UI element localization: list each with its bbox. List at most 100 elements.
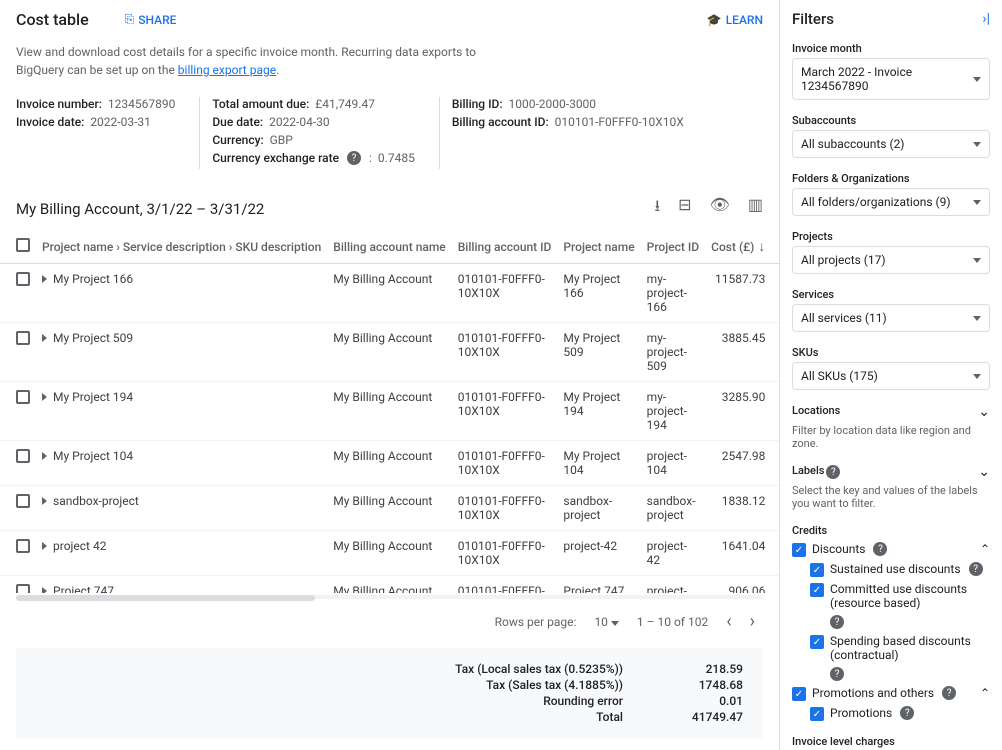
- help-icon[interactable]: ?: [942, 686, 956, 700]
- col-project-name[interactable]: Project name: [557, 230, 640, 264]
- billing-id-label: Billing ID:: [452, 97, 503, 111]
- help-icon[interactable]: ?: [826, 465, 840, 479]
- row-account-id: 010101-F0FFF0-10X10X: [452, 323, 558, 382]
- horizontal-scrollbar[interactable]: [16, 595, 763, 599]
- columns-icon[interactable]: ▥: [748, 195, 763, 222]
- col-account-name[interactable]: Billing account name: [327, 230, 451, 264]
- help-icon[interactable]: ?: [969, 562, 983, 576]
- col-path[interactable]: Project name › Service description › SKU…: [36, 230, 327, 264]
- row-project-name: My Project 104: [557, 441, 640, 486]
- col-project-id[interactable]: Project ID: [641, 230, 705, 264]
- spending-based-checkbox[interactable]: ✓Spending based discounts (contractual): [810, 634, 990, 662]
- row-checkbox[interactable]: [16, 272, 30, 286]
- row-account-id: 010101-F0FFF0-10X10X: [452, 441, 558, 486]
- row-checkbox[interactable]: [16, 390, 30, 404]
- subaccounts-label: Subaccounts: [792, 114, 990, 127]
- expand-icon[interactable]: [42, 393, 47, 401]
- table-row: Project 747 My Billing Account 010101-F0…: [0, 576, 779, 593]
- billing-export-link[interactable]: billing export page: [178, 63, 276, 77]
- row-project-id: project-42: [641, 531, 705, 576]
- sort-desc-icon: ↓: [758, 239, 765, 255]
- row-account-name: My Billing Account: [327, 441, 451, 486]
- help-icon[interactable]: ?: [900, 706, 914, 720]
- invoice-charges-label: Invoice level charges: [792, 735, 990, 748]
- due-date-label: Due date:: [212, 115, 263, 129]
- eye-icon[interactable]: 👁: [710, 195, 730, 222]
- expand-icon[interactable]: [42, 497, 47, 505]
- rows-per-page-label: Rows per page:: [495, 615, 577, 629]
- row-cost: 3885.45: [705, 323, 779, 382]
- table-row: My Project 104 My Billing Account 010101…: [0, 441, 779, 486]
- rounding-label: Rounding error: [36, 694, 623, 708]
- row-checkbox[interactable]: [16, 331, 30, 345]
- invoice-number: 1234567890: [108, 97, 175, 111]
- promotions-others-checkbox[interactable]: ✓Promotions and others?⌃: [792, 686, 990, 701]
- services-select[interactable]: All services (11): [792, 304, 990, 332]
- row-project-name: sandbox-project: [557, 486, 640, 531]
- link-icon: ⎘: [125, 12, 135, 27]
- expand-icon[interactable]: [42, 452, 47, 460]
- row-cost: 2547.98: [705, 441, 779, 486]
- row-account-id: 010101-F0FFF0-10X10X: [452, 264, 558, 323]
- labels-section[interactable]: Labels?⌄: [792, 464, 990, 480]
- summary-box: Tax (Local sales tax (0.5235%))218.59 Ta…: [16, 648, 763, 738]
- total-value: 41749.47: [663, 710, 743, 724]
- prev-page-icon[interactable]: ‹: [726, 611, 731, 632]
- promotions-checkbox[interactable]: ✓Promotions?: [810, 706, 990, 721]
- expand-icon[interactable]: [42, 587, 47, 593]
- currency-label: Currency:: [212, 133, 263, 147]
- expand-icon[interactable]: [42, 334, 47, 342]
- expand-icon[interactable]: [42, 542, 47, 550]
- col-cost[interactable]: Cost (£)↓: [705, 230, 779, 264]
- locations-section[interactable]: Locations⌄: [792, 404, 990, 420]
- row-project-name: project-42: [557, 531, 640, 576]
- row-project-id: sandbox-project: [641, 486, 705, 531]
- total-due-label: Total amount due:: [212, 97, 309, 111]
- select-all-checkbox[interactable]: [16, 238, 30, 252]
- help-icon[interactable]: ?: [347, 151, 361, 165]
- row-cost: 3285.90: [705, 382, 779, 441]
- learn-button[interactable]: 🎓 LEARN: [707, 13, 763, 27]
- row-name: sandbox-project: [53, 494, 139, 508]
- row-checkbox[interactable]: [16, 539, 30, 553]
- chevron-up-icon: ⌃: [980, 686, 990, 700]
- discounts-checkbox[interactable]: ✓Discounts?⌃: [792, 542, 990, 557]
- total-label: Total: [36, 710, 623, 724]
- col-account-id[interactable]: Billing account ID: [452, 230, 558, 264]
- filters-title: Filters: [792, 10, 834, 28]
- folders-select[interactable]: All folders/organizations (9): [792, 188, 990, 216]
- row-checkbox[interactable]: [16, 584, 30, 593]
- row-project-name: Project 747: [557, 576, 640, 593]
- row-account-name: My Billing Account: [327, 264, 451, 323]
- services-label: Services: [792, 288, 990, 301]
- subaccounts-select[interactable]: All subaccounts (2): [792, 130, 990, 158]
- help-icon[interactable]: ?: [830, 615, 844, 629]
- row-checkbox[interactable]: [16, 449, 30, 463]
- skus-select[interactable]: All SKUs (175): [792, 362, 990, 390]
- help-icon[interactable]: ?: [830, 667, 844, 681]
- chevron-down-icon: ⌄: [978, 464, 990, 480]
- invoice-date: 2022-03-31: [90, 115, 151, 129]
- intro-text: View and download cost details for a spe…: [0, 39, 779, 93]
- share-button[interactable]: ⎘ SHARE: [125, 12, 177, 27]
- committed-use-checkbox[interactable]: ✓Committed use discounts (resource based…: [810, 582, 990, 610]
- invoice-number-label: Invoice number:: [16, 97, 102, 111]
- row-account-name: My Billing Account: [327, 323, 451, 382]
- row-checkbox[interactable]: [16, 494, 30, 508]
- rows-per-page-select[interactable]: 10: [594, 615, 618, 629]
- expand-icon[interactable]: [42, 275, 47, 283]
- cost-table: Project name › Service description › SKU…: [0, 230, 779, 593]
- next-page-icon[interactable]: ›: [750, 611, 755, 632]
- sustained-use-checkbox[interactable]: ✓Sustained use discounts?: [810, 562, 990, 577]
- tree-icon[interactable]: ⊟: [678, 195, 691, 222]
- download-icon[interactable]: ⭳: [655, 195, 661, 222]
- help-icon[interactable]: ?: [873, 542, 887, 556]
- row-project-id: project-104: [641, 441, 705, 486]
- row-cost: 1641.04: [705, 531, 779, 576]
- collapse-panel-icon[interactable]: ›|: [982, 11, 990, 27]
- exchange-rate: 0.7485: [378, 151, 415, 165]
- invoice-month-select[interactable]: March 2022 - Invoice 1234567890: [792, 58, 990, 100]
- projects-select[interactable]: All projects (17): [792, 246, 990, 274]
- tax1-label: Tax (Local sales tax (0.5235%)): [36, 662, 623, 676]
- page-range: 1 – 10 of 102: [637, 615, 708, 629]
